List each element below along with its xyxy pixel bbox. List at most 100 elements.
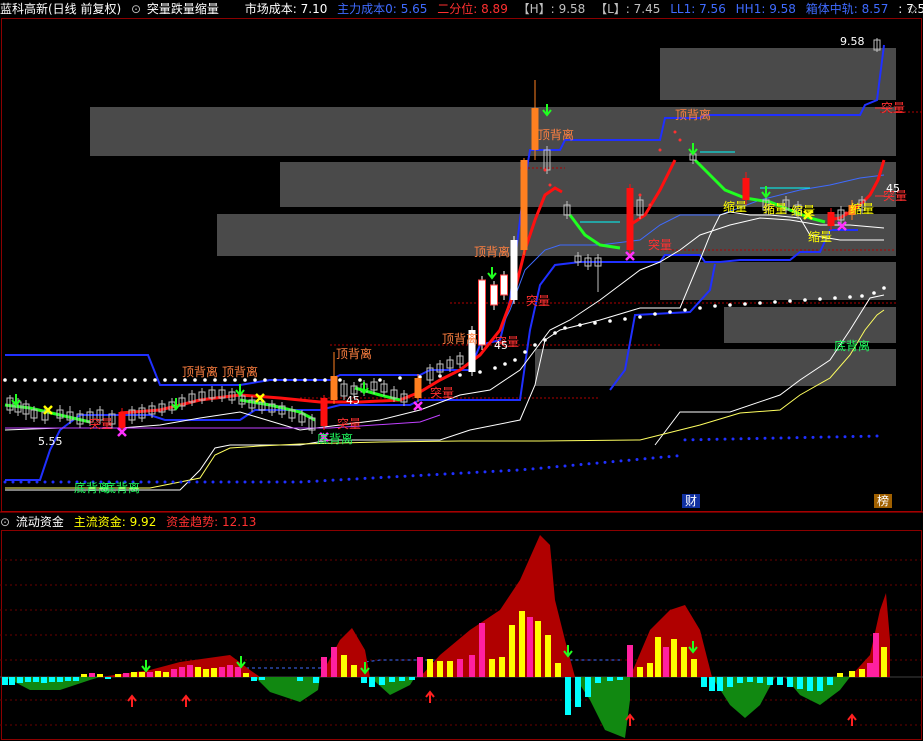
blue-dot — [403, 474, 407, 478]
blue-dot — [147, 480, 151, 484]
white-dot — [653, 312, 657, 316]
flow-bar — [195, 667, 201, 677]
flow-bar — [379, 677, 385, 685]
marker-text: 榜 — [877, 493, 889, 508]
flow-bar — [647, 663, 653, 677]
annotation-label: 缩量 — [808, 229, 832, 244]
red-dot — [548, 183, 552, 187]
flow-bar — [203, 669, 209, 677]
white-dot — [13, 378, 17, 382]
flow-bar — [163, 672, 169, 677]
blue-dot — [355, 477, 359, 481]
blue-dot — [611, 460, 615, 464]
blue-dot — [219, 480, 223, 484]
red-dot — [648, 203, 652, 207]
blue-dot — [547, 465, 551, 469]
white-dot — [143, 378, 147, 382]
blue-dot — [843, 435, 847, 439]
blue-dot — [539, 466, 543, 470]
white-dot — [788, 299, 792, 303]
blue-dot — [755, 436, 759, 440]
blue-dot — [411, 474, 415, 478]
flow-bar — [881, 647, 887, 677]
white-dot — [163, 378, 167, 382]
flow-bar — [105, 677, 111, 679]
white-dot — [173, 378, 177, 382]
flow-bar — [499, 657, 505, 677]
blue-dot — [763, 436, 767, 440]
blue-dot — [203, 480, 207, 484]
flow-bar — [727, 677, 733, 687]
flow-bar — [33, 677, 39, 682]
flow-bar — [637, 667, 643, 677]
annotation-label: 底背离 — [834, 338, 870, 353]
price-label: 45 — [886, 182, 900, 195]
blue-dot — [683, 438, 687, 442]
flow-bar — [139, 672, 145, 677]
annotation-label: 顶背离 — [442, 331, 478, 346]
flow-bar — [837, 673, 843, 677]
candle-body — [490, 284, 498, 306]
blue-dot — [499, 469, 503, 473]
annotation-label: 缩量 — [763, 201, 787, 216]
flow-bar — [297, 677, 303, 681]
annotation-label: 突量 — [430, 385, 454, 400]
flow-bar — [527, 617, 533, 677]
flow-bar — [817, 677, 823, 691]
white-dot — [478, 370, 482, 374]
annotation-label: 缩量 — [723, 199, 747, 214]
white-dot — [882, 286, 886, 290]
flow-bar — [489, 659, 495, 677]
white-dot — [303, 378, 307, 382]
flow-bar — [867, 663, 873, 677]
blue-dot — [3, 480, 7, 484]
blue-dot — [379, 476, 383, 480]
white-dot — [728, 303, 732, 307]
red-dot — [673, 130, 677, 134]
blue-dot — [803, 436, 807, 439]
candle-body — [118, 412, 126, 428]
flow-bar — [737, 677, 743, 683]
annotation-label: 底背离 — [104, 480, 140, 495]
blue-dot — [571, 463, 575, 467]
blue-dot — [555, 465, 559, 469]
flow-bar — [479, 623, 485, 677]
white-dot — [833, 296, 837, 300]
white-dot — [803, 298, 807, 302]
blue-dot — [187, 480, 191, 484]
blue-dot — [315, 479, 319, 483]
annotation-label: 顶背离 — [474, 244, 510, 259]
white-dot — [563, 326, 567, 330]
annotation-label: 顶背离 — [182, 364, 218, 379]
white-dot — [398, 376, 402, 380]
blue-dot — [771, 436, 775, 440]
blue-dot — [867, 434, 871, 438]
white-dot — [533, 343, 537, 347]
blue-dot — [427, 473, 431, 477]
blue-dot — [275, 480, 279, 484]
white-dot — [93, 378, 97, 382]
flow-bar — [417, 657, 423, 677]
green-arrow-icon — [141, 660, 151, 673]
trend-area-green — [255, 677, 320, 702]
white-dot — [83, 378, 87, 382]
flow-bar — [663, 647, 669, 677]
red-arrow-icon — [847, 713, 857, 726]
box-zone — [724, 307, 896, 343]
white-dot — [543, 338, 547, 342]
blue-dot — [715, 437, 719, 441]
white-dot — [623, 317, 627, 321]
white-dot — [872, 291, 876, 295]
flow-bar — [767, 677, 773, 685]
flow-bar — [519, 611, 525, 677]
white-dot — [123, 378, 127, 382]
flow-bar — [777, 677, 783, 685]
white-dot — [638, 315, 642, 319]
flow-bar — [211, 668, 217, 677]
flow-bar — [89, 673, 95, 677]
blue-dot — [307, 480, 311, 484]
blue-dot — [59, 480, 63, 484]
flow-bar — [681, 647, 687, 677]
candle-body — [320, 398, 328, 426]
red-arrow-icon — [127, 694, 137, 707]
